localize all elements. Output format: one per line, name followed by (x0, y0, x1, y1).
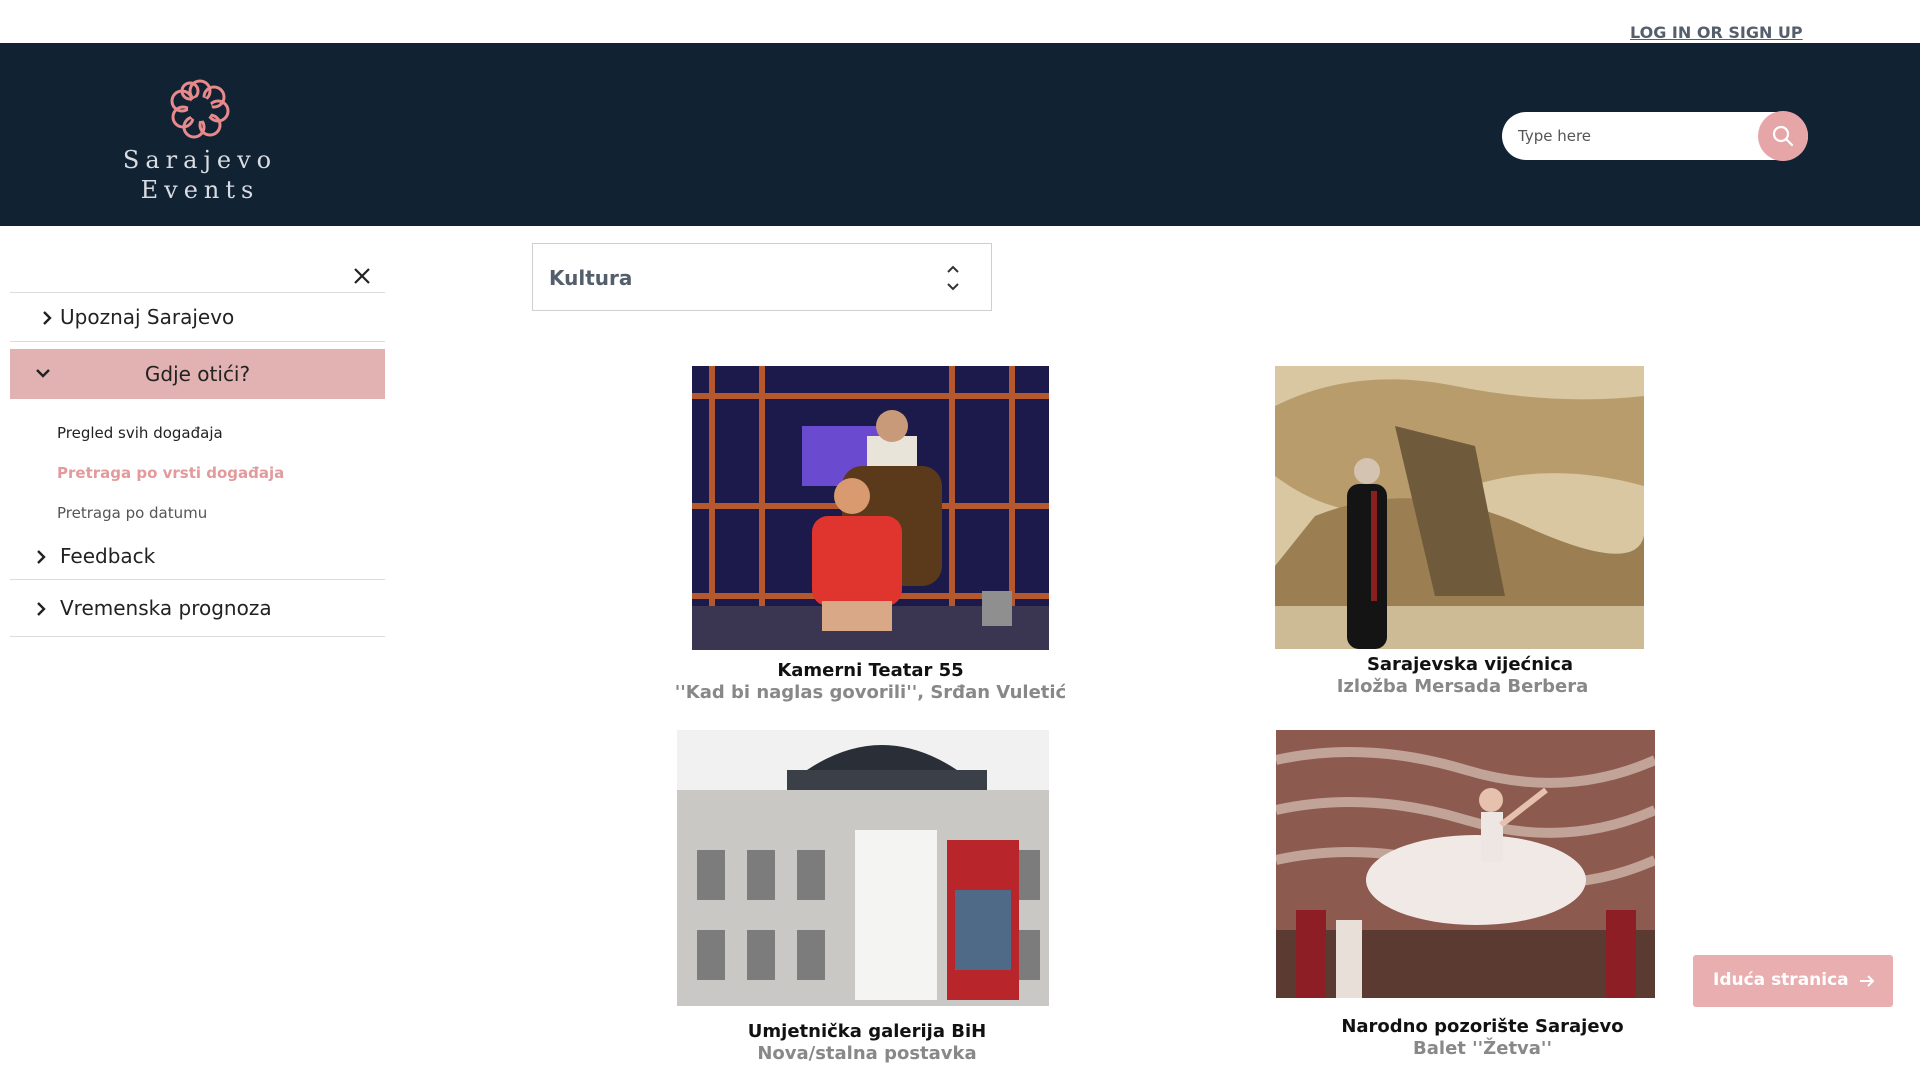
event-subtitle: ''Kad bi naglas govorili'', Srđan Vuleti… (674, 682, 1067, 703)
event-title[interactable]: Narodno pozorište Sarajevo (1255, 1016, 1710, 1037)
chevron-right-icon (37, 550, 46, 564)
sidebar-item-feedback[interactable]: Feedback (10, 533, 385, 580)
subitem-pregled-svih[interactable]: Pregled svih događaja (57, 424, 223, 442)
sidebar-item-vremenska-prognoza[interactable]: Vremenska prognoza (10, 580, 385, 637)
sidebar-item-label: Upoznaj Sarajevo (60, 305, 235, 329)
search-input[interactable] (1518, 124, 1748, 148)
event-title[interactable]: Sarajevska vijećnica (1260, 654, 1680, 675)
close-icon (354, 268, 370, 284)
search-button[interactable] (1758, 111, 1808, 161)
sidebar-item-gdje-otici[interactable]: Gdje otići? (10, 349, 385, 399)
category-select-value: Kultura (549, 266, 633, 290)
event-title[interactable]: Kamerni Teatar 55 (692, 660, 1049, 681)
event-image-umjetnicka-galerija[interactable] (677, 730, 1049, 1006)
event-image-vijecnica[interactable] (1275, 366, 1644, 649)
event-subtitle: Balet ''Žetva'' (1413, 1038, 1552, 1059)
sidebar-item-label: Feedback (60, 544, 156, 568)
exhibition-photo (1275, 366, 1644, 649)
sidebar-item-label: Gdje otići? (144, 362, 251, 386)
logo-text-line1: Sarajevo (122, 146, 278, 174)
category-select[interactable]: Kultura (532, 243, 992, 311)
ballet-photo (1276, 730, 1655, 998)
event-image-narodno-pozoriste[interactable] (1276, 730, 1655, 998)
arrow-right-icon (1860, 975, 1875, 987)
gallery-building-photo (677, 730, 1049, 1006)
event-image-kamerni-teatar[interactable] (692, 366, 1049, 650)
search-icon (1772, 125, 1794, 147)
site-header: Sarajevo Events (0, 43, 1920, 226)
theatre-photo (692, 366, 1049, 650)
sidebar-item-upoznaj-sarajevo[interactable]: Upoznaj Sarajevo (10, 293, 385, 342)
top-bar: LOG IN OR SIGN UP (0, 0, 1920, 43)
event-subtitle: Izložba Mersada Berbera (1336, 676, 1589, 697)
subitem-pretraga-po-datumu[interactable]: Pretraga po datumu (57, 504, 207, 522)
next-page-button[interactable]: Iduća stranica (1693, 955, 1893, 1007)
close-sidebar-button[interactable] (342, 256, 382, 296)
event-subtitle: Nova/stalna postavka (757, 1043, 977, 1064)
sidebar-item-label: Vremenska prognoza (60, 596, 272, 620)
up-down-chevron-icon (947, 265, 959, 291)
event-title[interactable]: Umjetnička galerija BiH (677, 1021, 1057, 1042)
next-page-label: Iduća stranica (1713, 970, 1849, 990)
logo-text-line2: Events (140, 176, 260, 204)
subitem-pretraga-po-vrsti[interactable]: Pretraga po vrsti događaja (57, 464, 284, 482)
site-logo[interactable]: Sarajevo Events (120, 73, 280, 204)
logo-knot-icon (170, 79, 230, 139)
login-signup-link[interactable]: LOG IN OR SIGN UP (1630, 23, 1803, 42)
chevron-right-icon (43, 311, 52, 325)
chevron-right-icon (37, 602, 46, 616)
